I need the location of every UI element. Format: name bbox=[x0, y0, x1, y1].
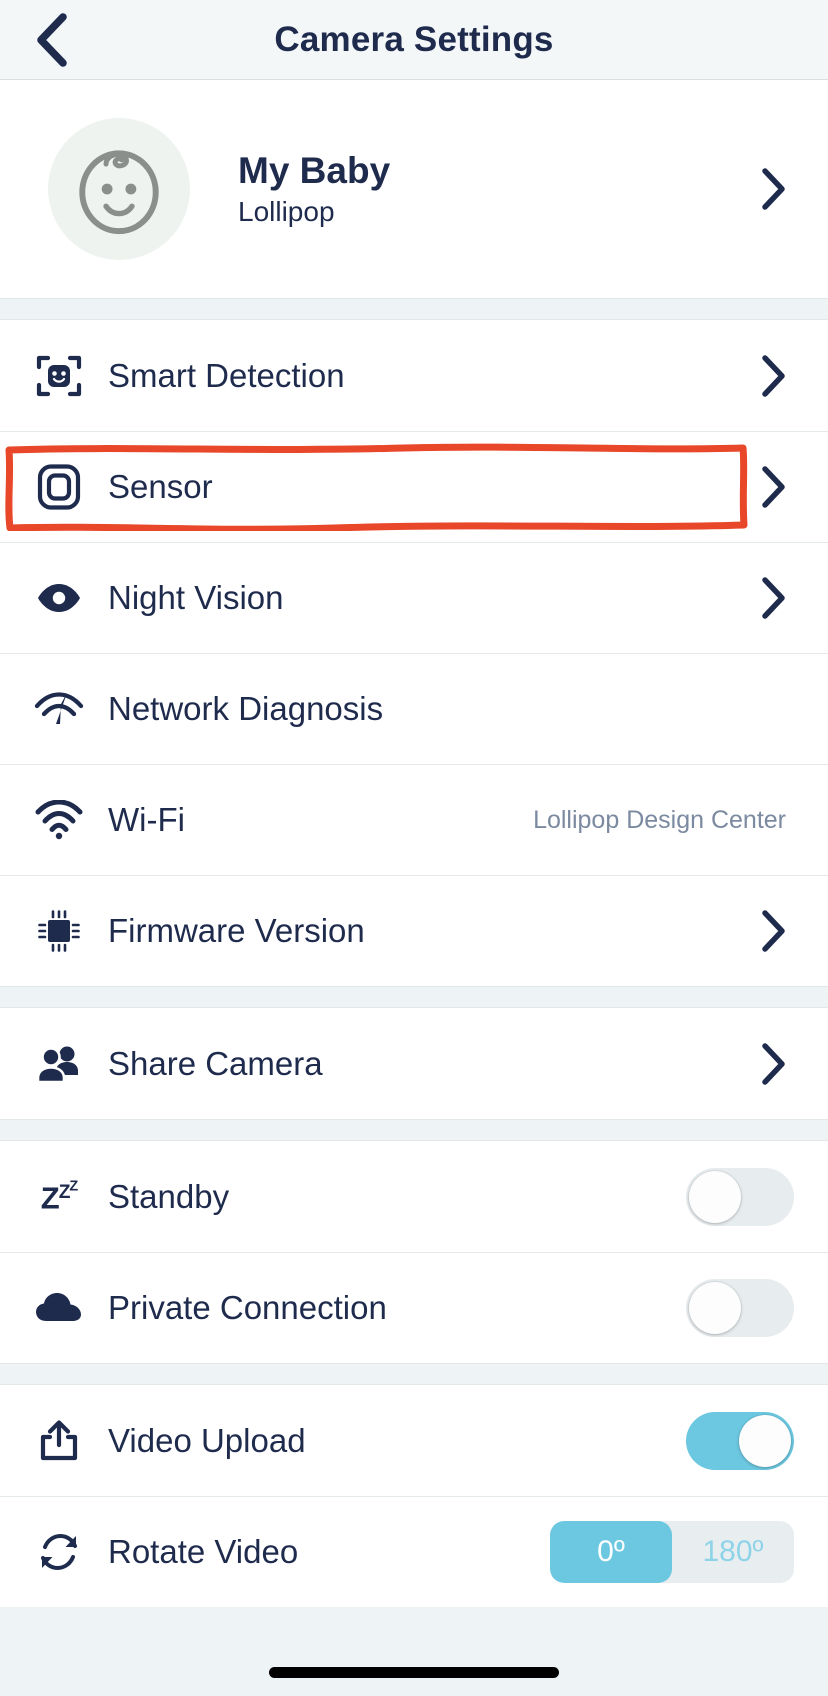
rotate-icon bbox=[26, 1530, 92, 1574]
home-indicator bbox=[269, 1667, 559, 1678]
section-divider bbox=[0, 1119, 828, 1141]
upload-icon bbox=[26, 1419, 92, 1463]
settings-row-label: Video Upload bbox=[108, 1421, 306, 1459]
settings-row-network-diagnosis[interactable]: Network Diagnosis bbox=[0, 653, 828, 764]
chevron-left-icon bbox=[37, 12, 67, 67]
settings-row-label: Sensor bbox=[108, 468, 213, 505]
face-detection-icon bbox=[26, 352, 92, 400]
video-upload-toggle[interactable] bbox=[686, 1411, 794, 1470]
row-chevron bbox=[754, 465, 794, 509]
row-chevron bbox=[754, 1042, 794, 1086]
row-chevron bbox=[754, 576, 794, 620]
network-speed-icon bbox=[26, 690, 92, 728]
chip-icon bbox=[26, 907, 92, 955]
wifi-icon bbox=[26, 800, 92, 840]
settings-row-firmware-version[interactable]: Firmware Version bbox=[0, 875, 828, 986]
chevron-right-icon bbox=[762, 354, 785, 397]
chevron-right-icon bbox=[762, 466, 785, 508]
settings-row-label: Night Vision bbox=[108, 579, 284, 616]
page-title: Camera Settings bbox=[274, 19, 554, 59]
chevron-right-icon bbox=[762, 577, 785, 619]
rotate-video-segmented-control[interactable]: 0º 180º bbox=[550, 1521, 794, 1583]
camera-brand: Lollipop bbox=[238, 196, 335, 228]
toggle-knob bbox=[689, 1170, 741, 1223]
settings-group-video: Video Upload Rotate Video 0º 180º bbox=[0, 1385, 828, 1607]
settings-row-sensor[interactable]: Sensor bbox=[0, 431, 828, 542]
row-chevron bbox=[754, 354, 794, 398]
back-button[interactable] bbox=[20, 9, 82, 71]
settings-row-label: Standby bbox=[108, 1177, 230, 1215]
people-icon bbox=[26, 1044, 92, 1084]
settings-row-label: Firmware Version bbox=[108, 912, 365, 949]
wifi-network-value: Lollipop Design Center bbox=[533, 805, 786, 834]
settings-row-share-camera[interactable]: Share Camera bbox=[0, 1008, 828, 1119]
sensor-icon bbox=[26, 464, 92, 510]
toggle-knob bbox=[739, 1414, 791, 1467]
settings-row-wifi[interactable]: Wi-Fi Lollipop Design Center bbox=[0, 764, 828, 875]
section-divider bbox=[0, 298, 828, 320]
eye-icon bbox=[26, 581, 92, 615]
settings-row-label: Smart Detection bbox=[108, 356, 345, 394]
avatar bbox=[48, 118, 190, 260]
section-divider bbox=[0, 1363, 828, 1385]
private-connection-toggle[interactable] bbox=[686, 1279, 794, 1337]
chevron-right-icon bbox=[762, 1042, 785, 1085]
profile-text: My Baby Lollipop bbox=[238, 150, 754, 229]
chevron-right-icon bbox=[762, 168, 785, 210]
settings-row-label: Wi-Fi bbox=[108, 801, 185, 838]
settings-row-smart-detection[interactable]: Smart Detection bbox=[0, 320, 828, 431]
settings-row-rotate-video[interactable]: Rotate Video 0º 180º bbox=[0, 1496, 828, 1607]
settings-group-device: Smart Detection Sensor Night Vision Netw… bbox=[0, 320, 828, 986]
camera-name: My Baby bbox=[238, 149, 391, 191]
baby-face-icon bbox=[79, 150, 159, 235]
settings-group-sharing: Share Camera bbox=[0, 1008, 828, 1119]
row-chevron bbox=[754, 909, 794, 953]
settings-row-label: Rotate Video bbox=[108, 1533, 299, 1570]
segment-option-180[interactable]: 180º bbox=[672, 1521, 794, 1583]
settings-group-power: ZZZ Standby Private Connection bbox=[0, 1141, 828, 1363]
segment-option-0[interactable]: 0º bbox=[550, 1521, 672, 1583]
toggle-knob bbox=[689, 1282, 741, 1334]
settings-row-video-upload[interactable]: Video Upload bbox=[0, 1385, 828, 1496]
section-divider bbox=[0, 986, 828, 1008]
camera-settings-screen: Camera Settings My Baby Lollipop Smart D… bbox=[0, 0, 828, 1696]
settings-row-private-connection[interactable]: Private Connection bbox=[0, 1252, 828, 1363]
settings-row-label: Private Connection bbox=[108, 1289, 387, 1326]
standby-toggle[interactable] bbox=[686, 1167, 794, 1226]
cloud-icon bbox=[26, 1291, 92, 1325]
settings-row-label: Network Diagnosis bbox=[108, 690, 384, 727]
settings-row-standby[interactable]: ZZZ Standby bbox=[0, 1141, 828, 1252]
settings-row-label: Share Camera bbox=[108, 1044, 323, 1082]
chevron-right-icon bbox=[762, 910, 785, 952]
zzz-icon: ZZZ bbox=[40, 1178, 78, 1216]
settings-row-night-vision[interactable]: Night Vision bbox=[0, 542, 828, 653]
camera-profile-row[interactable]: My Baby Lollipop bbox=[0, 80, 828, 298]
profile-chevron bbox=[754, 167, 794, 211]
app-header: Camera Settings bbox=[0, 0, 828, 80]
settings-scroll-area: My Baby Lollipop Smart Detection Sensor … bbox=[0, 80, 828, 1696]
